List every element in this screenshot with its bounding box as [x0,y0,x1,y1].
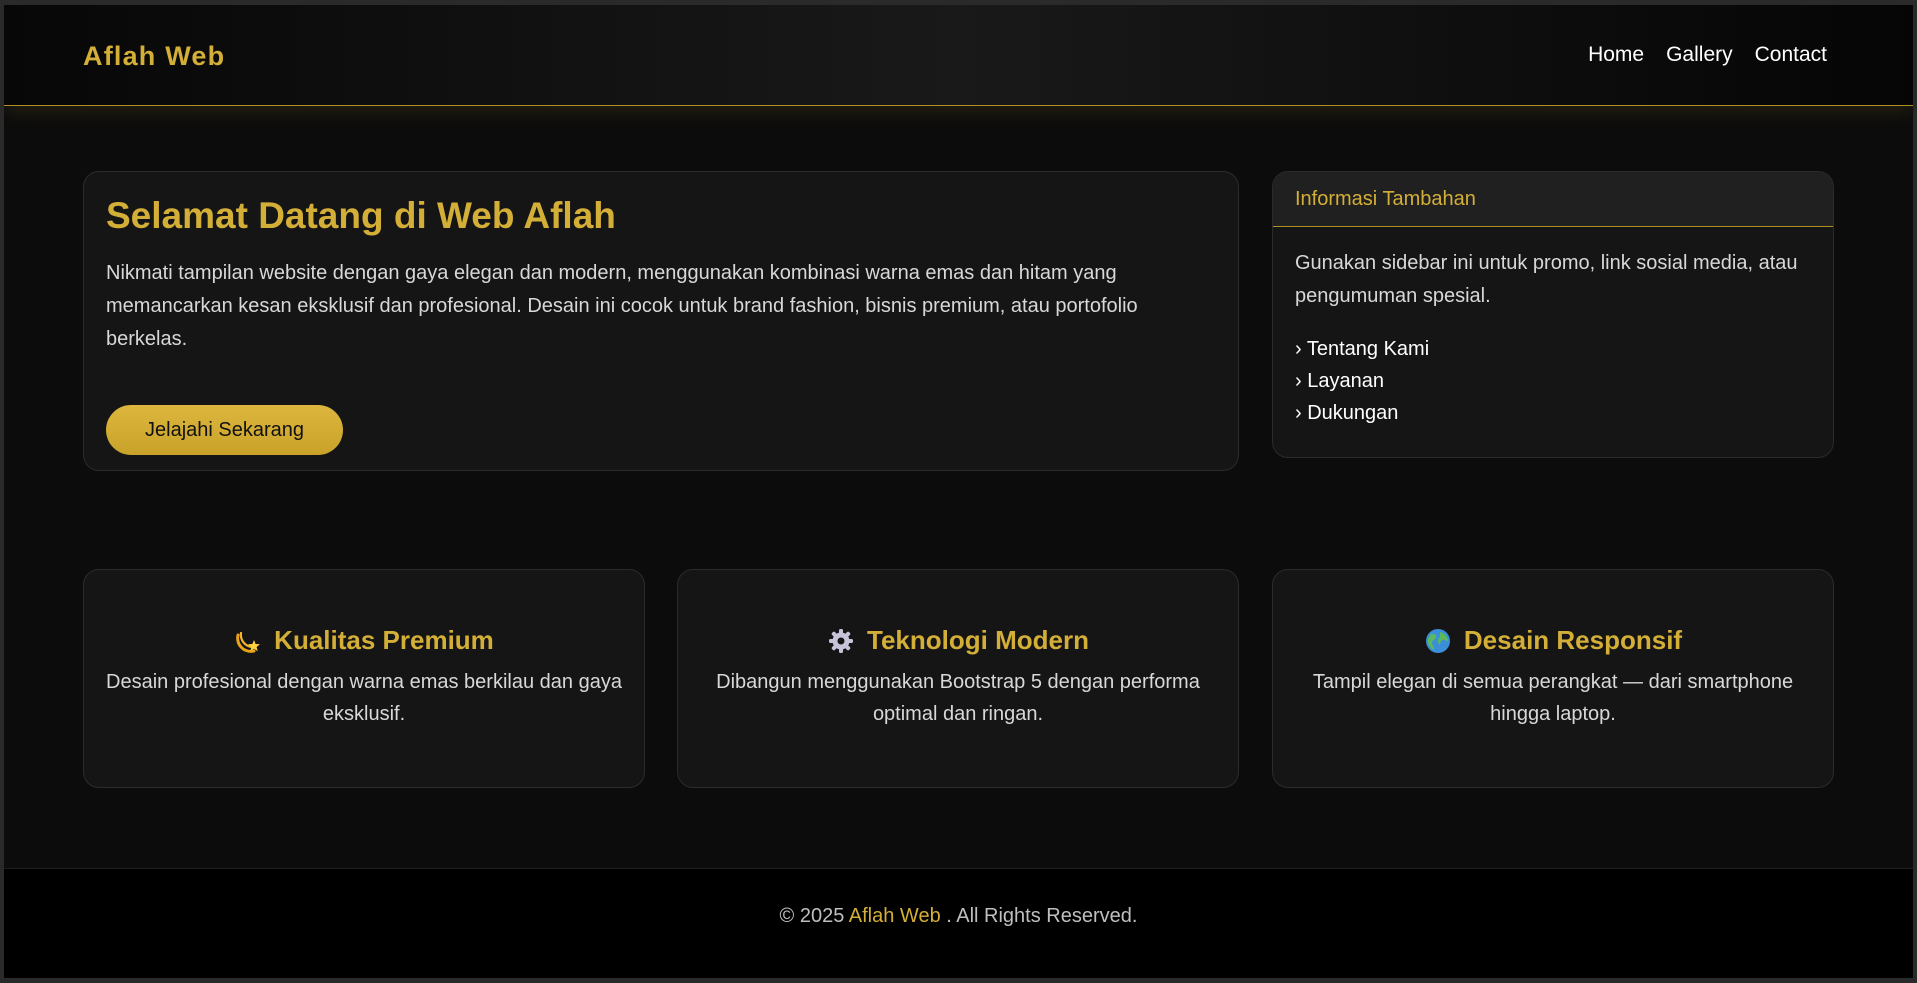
browser-viewport: Aflah Web Home Gallery Contact Selamat D… [4,5,1913,978]
footer-copyright: © 2025 [779,905,845,927]
sidebar-link-about[interactable]: › Tentang Kami [1295,333,1811,365]
hero-title: Selamat Datang di Web Aflah [106,195,616,236]
nav-link-gallery[interactable]: Gallery [1666,43,1733,67]
footer-rights: . All Rights Reserved. [946,905,1138,927]
footer: © 2025 Aflah Web . All Rights Reserved. [4,868,1913,978]
feature-title: Desain Responsif [1273,625,1833,656]
feature-card-premium: Kualitas Premium Desain profesional deng… [83,569,645,788]
globe-icon [1425,628,1450,653]
explore-button[interactable]: Jelajahi Sekarang [106,405,343,455]
nav-link-contact[interactable]: Contact [1755,43,1827,67]
sidebar-link-services[interactable]: › Layanan [1295,365,1811,397]
hero-card: Selamat Datang di Web Aflah Nikmati tamp… [83,171,1239,471]
sidebar-text: Gunakan sidebar ini untuk promo, link so… [1295,252,1798,307]
hero-text: Nikmati tampilan website dengan gaya ele… [106,262,1138,351]
nav-links: Home Gallery Contact [1588,43,1827,67]
feature-desc: Dibangun menggunakan Bootstrap 5 dengan … [716,671,1200,725]
dizzy-star-icon [236,631,261,653]
sidebar-link-support[interactable]: › Dukungan [1295,397,1811,429]
sidebar-card: Informasi Tambahan Gunakan sidebar ini u… [1272,171,1834,458]
feature-title: Teknologi Modern [678,625,1238,656]
feature-desc: Tampil elegan di semua perangkat — dari … [1312,671,1794,725]
feature-title-text: Kualitas Premium [274,625,494,655]
nav-link-home[interactable]: Home [1588,43,1644,67]
sidebar-header: Informasi Tambahan [1273,172,1833,227]
navbar: Aflah Web Home Gallery Contact [4,5,1913,106]
brand-logo[interactable]: Aflah Web [83,41,225,72]
feature-card-responsive: Desain Responsif Tampil elegan di semua … [1272,569,1834,788]
feature-title-text: Teknologi Modern [867,625,1089,655]
feature-desc: Desain profesional dengan warna emas ber… [106,671,622,725]
sidebar-body: Gunakan sidebar ini untuk promo, link so… [1273,227,1833,449]
sidebar-links: › Tentang Kami › Layanan › Dukungan [1295,333,1811,429]
feature-title-text: Desain Responsif [1463,625,1683,655]
feature-title: Kualitas Premium [84,625,644,656]
feature-card-technology: Teknologi Modern Dibangun menggunakan Bo… [677,569,1239,788]
gear-icon [829,628,854,653]
footer-brand: Aflah Web [848,905,941,927]
